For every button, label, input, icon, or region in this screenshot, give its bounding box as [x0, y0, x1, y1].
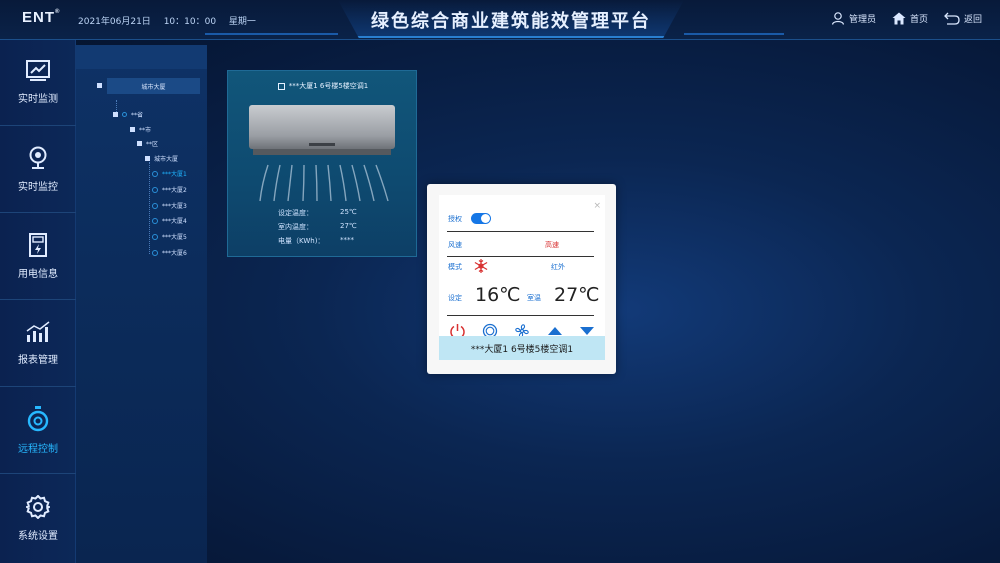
chart-monitor-icon — [26, 60, 50, 81]
air-conditioner-image — [249, 105, 395, 155]
header-deco-left — [205, 33, 338, 35]
set-temp-row: 设定温度： 25℃ — [278, 208, 357, 217]
sidebar: 实时监测 实时监控 用电信息 报表管理 远程控制 系统设置 — [0, 40, 76, 563]
header-deco-right — [684, 33, 784, 35]
home-icon — [892, 12, 906, 24]
electric-meter-icon — [29, 233, 47, 257]
top-header: ENT® 2021年06月21日 10：10：00 星期一 绿色综合商业建筑能效… — [0, 0, 1000, 40]
remote-control-dialog: 授权 × 风速 高速 模式 红外 设定 16℃ 室温 27℃ ***大厦1 6号… — [427, 184, 616, 374]
sidebar-item-realtime-control[interactable]: 实时监控 — [0, 127, 76, 213]
tree-panel-header — [76, 45, 207, 69]
set-temp-display: 16℃ — [475, 284, 521, 306]
airflow-graphic — [259, 164, 389, 202]
divider — [447, 231, 594, 232]
sidebar-item-label: 系统设置 — [18, 530, 58, 542]
tree-node-district[interactable]: **区 — [137, 139, 158, 148]
mode-value[interactable]: 红外 — [551, 262, 565, 272]
weekday-text: 星期一 — [228, 17, 256, 27]
tree-node-tower[interactable]: ***大厦3 — [152, 201, 187, 210]
time-text: 10：10：00 — [163, 17, 217, 27]
tree-node-city[interactable]: **市 — [130, 125, 151, 134]
admin-button[interactable]: 管理员 — [831, 11, 876, 25]
tree-node-province[interactable]: **省 — [113, 110, 143, 119]
auth-toggle[interactable] — [471, 213, 491, 224]
tree-collapse-toggle[interactable] — [97, 83, 106, 88]
page-title: 绿色综合商业建筑能效管理平台 — [371, 11, 651, 32]
snowflake-icon[interactable] — [473, 258, 489, 274]
device-name-footer: ***大厦1 6号楼5楼空调1 — [439, 336, 605, 360]
sidebar-item-power-info[interactable]: 用电信息 — [0, 214, 76, 300]
back-button[interactable]: 返回 — [944, 12, 982, 25]
room-temp-label: 室温 — [527, 294, 541, 302]
brand-logo: ENT® — [22, 9, 61, 26]
admin-label: 管理员 — [848, 14, 876, 25]
divider — [447, 256, 594, 257]
home-button[interactable]: 首页 — [892, 12, 928, 25]
header-actions: 管理员 首页 返回 — [815, 11, 982, 25]
fan-speed-value[interactable]: 高速 — [545, 240, 559, 250]
sidebar-item-realtime-monitor[interactable]: 实时监测 — [0, 40, 76, 126]
home-label: 首页 — [909, 14, 928, 25]
gear-icon — [26, 494, 50, 519]
device-card[interactable]: ***大厦1 6号楼5楼空调1 设定温度： 25℃ 室内温度： 27℃ 电量（KWh… — [227, 70, 417, 257]
sidebar-item-label: 报表管理 — [18, 355, 58, 366]
sidebar-item-report-management[interactable]: 报表管理 — [0, 301, 76, 387]
close-icon[interactable]: × — [593, 201, 601, 211]
divider — [447, 315, 594, 316]
tree-node-tower[interactable]: ***大厦2 — [152, 185, 187, 194]
tree-root[interactable]: 城市大厦 — [107, 78, 200, 94]
sidebar-item-label: 实时监测 — [18, 94, 58, 105]
bar-chart-icon — [26, 321, 50, 342]
sidebar-item-system-settings[interactable]: 系统设置 — [0, 475, 76, 561]
auth-label: 授权 — [448, 215, 462, 223]
date-text: 2021年06月21日 — [78, 17, 151, 27]
tree-connector — [149, 162, 150, 254]
arrow-up-icon — [548, 327, 562, 335]
sidebar-item-label: 用电信息 — [18, 269, 58, 280]
mode-label: 模式 — [448, 263, 462, 271]
tree-node-tower[interactable]: ***大厦1 — [152, 169, 187, 178]
device-card-title[interactable]: ***大厦1 6号楼5楼空调1 — [228, 81, 418, 91]
return-icon — [944, 12, 960, 25]
tree-panel — [76, 45, 207, 563]
sidebar-item-label: 实时监控 — [18, 182, 58, 193]
tree-node-tower[interactable]: ***大厦5 — [152, 232, 187, 241]
device-checkbox[interactable] — [277, 82, 285, 90]
set-temp-label: 设定 — [448, 294, 462, 302]
room-temp-row: 室内温度： 27℃ — [278, 222, 357, 231]
stopwatch-icon — [27, 406, 49, 432]
sidebar-item-label: 远程控制 — [18, 444, 58, 455]
power-row: 电量（KWh)： **** — [278, 236, 354, 245]
fan-speed-label: 风速 — [448, 241, 462, 249]
sidebar-item-remote-control[interactable]: 远程控制 — [0, 388, 76, 474]
room-temp-display: 27℃ — [554, 284, 600, 306]
user-icon — [831, 12, 845, 25]
tree-node-tower[interactable]: ***大厦4 — [152, 216, 187, 225]
date-time: 2021年06月21日 10：10：00 星期一 — [78, 14, 266, 27]
arrow-down-icon — [580, 327, 594, 335]
camera-icon — [29, 146, 47, 169]
tree-node-tower[interactable]: ***大厦6 — [152, 248, 187, 257]
back-label: 返回 — [963, 14, 982, 25]
